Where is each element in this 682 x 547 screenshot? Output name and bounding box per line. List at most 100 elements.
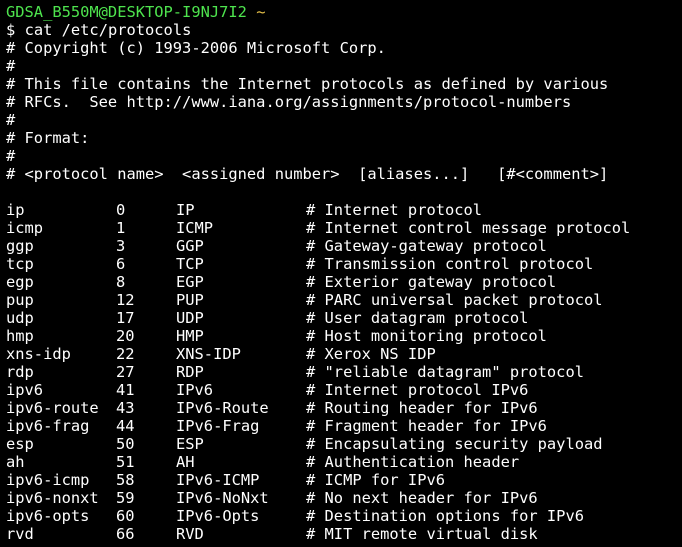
protocol-name: ipv6-frag bbox=[6, 417, 90, 435]
protocol-row: ipv6-nonxt 59 IPv6-NoNxt # No next header f… bbox=[6, 489, 682, 507]
protocol-name: ipv6 bbox=[6, 381, 44, 399]
protocol-row: icmp 1 ICMP # Internet control message prot… bbox=[6, 219, 682, 237]
protocol-comment: # Destination options for IPv6 bbox=[306, 507, 584, 525]
protocol-comment: # "reliable datagram" protocol bbox=[306, 363, 584, 381]
protocol-alias: PUP bbox=[176, 291, 204, 309]
protocol-name: pup bbox=[6, 291, 34, 309]
protocol-name: ggp bbox=[6, 237, 34, 255]
protocol-comment: # Fragment header for IPv6 bbox=[306, 417, 547, 435]
protocol-name: xns-idp bbox=[6, 345, 71, 363]
protocol-number: 44 bbox=[116, 417, 135, 435]
protocol-name: rvd bbox=[6, 525, 34, 543]
protocol-comment: # Host monitoring protocol bbox=[306, 327, 547, 345]
protocol-number: 58 bbox=[116, 471, 135, 489]
protocol-number: 20 bbox=[116, 327, 135, 345]
protocol-number: 27 bbox=[116, 363, 135, 381]
protocol-alias: HMP bbox=[176, 327, 204, 345]
protocol-row: hmp 20 HMP # Host monitoring protocol bbox=[6, 327, 682, 345]
protocol-row: rvd 66 RVD # MIT remote virtual disk bbox=[6, 525, 682, 543]
protocol-name: rdp bbox=[6, 363, 34, 381]
protocol-number: 1 bbox=[116, 219, 126, 237]
protocol-name: ipv6-nonxt bbox=[6, 489, 99, 507]
protocol-row: ipv6-opts 60 IPv6-Opts # Destination option… bbox=[6, 507, 682, 525]
protocol-number: 0 bbox=[116, 201, 126, 219]
protocol-alias: IPv6-NoNxt bbox=[176, 489, 269, 507]
protocol-comment: # No next header for IPv6 bbox=[306, 489, 538, 507]
protocol-alias: IPv6-Route bbox=[176, 399, 269, 417]
protocol-comment: # Internet protocol IPv6 bbox=[306, 381, 529, 399]
protocol-name: ah bbox=[6, 453, 25, 471]
prompt-line: GDSA_B550M@DESKTOP-I9NJ7I2 ~ bbox=[6, 3, 682, 21]
protocol-row: esp 50 ESP # Encapsulating security payload bbox=[6, 435, 682, 453]
comment-line: # RFCs. See http://www.iana.org/assignme… bbox=[6, 93, 572, 111]
protocol-comment: # Encapsulating security payload bbox=[306, 435, 603, 453]
protocol-alias: AH bbox=[176, 453, 195, 471]
protocol-row: egp 8 EGP # Exterior gateway protocol bbox=[6, 273, 682, 291]
protocol-number: 43 bbox=[116, 399, 135, 417]
protocol-name: udp bbox=[6, 309, 34, 327]
protocol-row: udp 17 UDP # User datagram protocol bbox=[6, 309, 682, 327]
protocol-row: rdp 27 RDP # "reliable datagram" protocol bbox=[6, 363, 682, 381]
protocol-number: 59 bbox=[116, 489, 135, 507]
protocol-comment: # Gateway-gateway protocol bbox=[306, 237, 547, 255]
protocol-row: ah 51 AH # Authentication header bbox=[6, 453, 682, 471]
protocol-name: ipv6-route bbox=[6, 399, 99, 417]
protocol-comment: # Internet protocol bbox=[306, 201, 483, 219]
prompt-path: ~ bbox=[256, 3, 266, 21]
protocol-row: ipv6-frag 44 IPv6-Frag # Fragment header fo… bbox=[6, 417, 682, 435]
protocol-row: xns-idp 22 XNS-IDP # Xerox NS IDP bbox=[6, 345, 682, 363]
protocol-number: 17 bbox=[116, 309, 135, 327]
command-text: cat /etc/protocols bbox=[24, 21, 192, 39]
comment-line: # This file contains the Internet protoc… bbox=[6, 75, 609, 93]
protocol-number: 60 bbox=[116, 507, 135, 525]
protocol-row: ipv6-icmp 58 IPv6-ICMP # ICMP for IPv6 bbox=[6, 471, 682, 489]
protocol-comment: # Internet control message protocol bbox=[306, 219, 631, 237]
protocol-comment: # User datagram protocol bbox=[306, 309, 529, 327]
terminal-window[interactable]: GDSA_B550M@DESKTOP-I9NJ7I2 ~ $ cat /etc/… bbox=[0, 0, 682, 547]
protocol-alias: RDP bbox=[176, 363, 204, 381]
protocol-name: icmp bbox=[6, 219, 44, 237]
protocol-name: egp bbox=[6, 273, 34, 291]
comment-line: # bbox=[6, 147, 16, 165]
protocol-alias: UDP bbox=[176, 309, 204, 327]
comment-line: # <protocol name> <assigned number> [ali… bbox=[6, 165, 609, 183]
protocol-comment: # Exterior gateway protocol bbox=[306, 273, 557, 291]
protocol-name: ipv6-opts bbox=[6, 507, 90, 525]
protocol-alias: IPv6-Frag bbox=[176, 417, 260, 435]
protocol-comment: # Routing header for IPv6 bbox=[306, 399, 538, 417]
protocol-row: pup 12 PUP # PARC universal packet protocol bbox=[6, 291, 682, 309]
protocol-comment: # ICMP for IPv6 bbox=[306, 471, 445, 489]
protocol-row: ipv6-route 43 IPv6-Route # Routing header f… bbox=[6, 399, 682, 417]
protocol-number: 22 bbox=[116, 345, 135, 363]
protocol-name: esp bbox=[6, 435, 34, 453]
comment-line: # bbox=[6, 57, 16, 75]
protocol-number: 6 bbox=[116, 255, 126, 273]
protocol-number: 41 bbox=[116, 381, 135, 399]
protocol-comment: # MIT remote virtual disk bbox=[306, 525, 538, 543]
protocol-row: tcp 6 TCP # Transmission control protocol bbox=[6, 255, 682, 273]
protocol-alias: IP bbox=[176, 201, 195, 219]
protocol-row: ip 0 IP # Internet protocol bbox=[6, 201, 682, 219]
protocol-alias: RVD bbox=[176, 525, 204, 543]
protocol-row: ipv6 41 IPv6 # Internet protocol IPv6 bbox=[6, 381, 682, 399]
protocol-table: ip 0 IP # Internet protocol icmp 1 ICMP # Inter… bbox=[6, 201, 682, 543]
protocol-number: 51 bbox=[116, 453, 135, 471]
comment-line: # Format: bbox=[6, 129, 90, 147]
protocol-alias: IPv6 bbox=[176, 381, 214, 399]
protocol-number: 50 bbox=[116, 435, 135, 453]
protocol-name: ipv6-icmp bbox=[6, 471, 90, 489]
protocol-alias: IPv6-Opts bbox=[176, 507, 260, 525]
protocol-name: tcp bbox=[6, 255, 34, 273]
protocol-alias: ICMP bbox=[176, 219, 214, 237]
protocol-number: 8 bbox=[116, 273, 126, 291]
protocol-alias: GGP bbox=[176, 237, 204, 255]
protocol-alias: XNS-IDP bbox=[176, 345, 241, 363]
prompt-user-host: GDSA_B550M@DESKTOP-I9NJ7I2 bbox=[6, 3, 247, 21]
protocol-comment: # Authentication header bbox=[306, 453, 520, 471]
command-line: $ cat /etc/protocols bbox=[6, 21, 682, 39]
comment-line: # bbox=[6, 111, 16, 129]
protocol-number: 66 bbox=[116, 525, 135, 543]
protocol-alias: TCP bbox=[176, 255, 204, 273]
protocol-name: ip bbox=[6, 201, 25, 219]
